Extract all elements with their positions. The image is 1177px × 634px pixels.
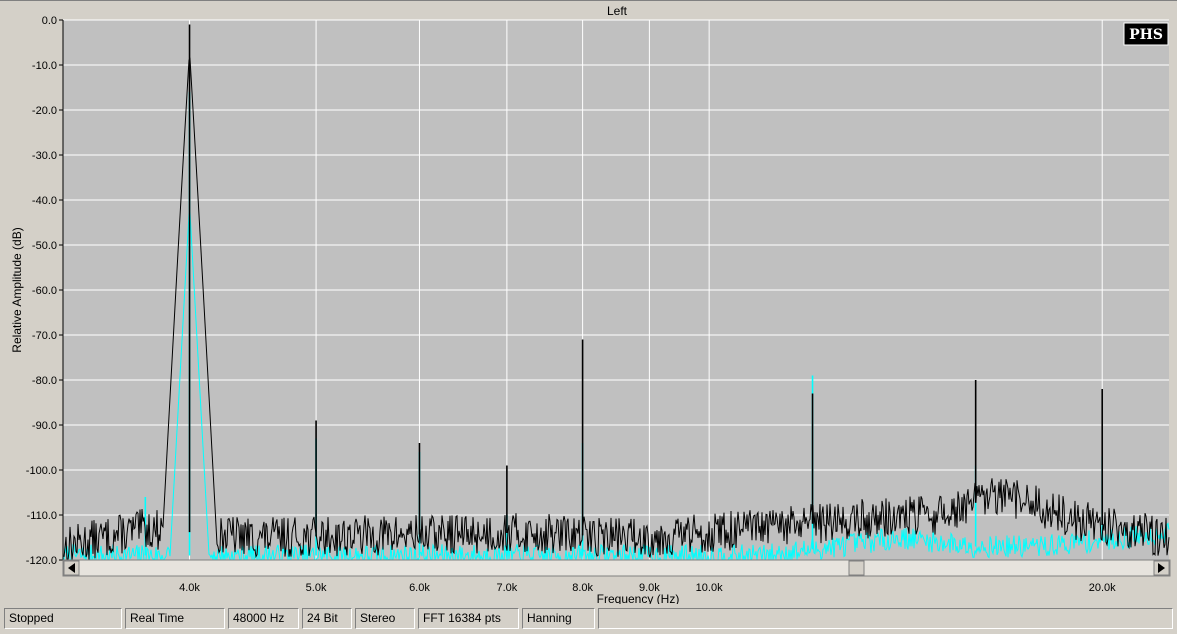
scrollbar-track[interactable] xyxy=(62,559,1171,577)
y-tick-label: -10.0 xyxy=(32,60,57,72)
y-tick-label: -30.0 xyxy=(32,150,57,162)
status-fft-size: FFT 16384 pts xyxy=(418,608,519,629)
y-tick-label: 0.0 xyxy=(42,15,57,27)
status-extra xyxy=(598,608,1173,629)
x-tick-label: 7.0k xyxy=(496,582,517,594)
x-tick-label: 6.0k xyxy=(409,582,430,594)
y-tick-label: -50.0 xyxy=(32,240,57,252)
status-bit-depth: 24 Bit xyxy=(302,608,352,629)
channel-title: Left xyxy=(607,4,628,18)
status-window-function: Hanning xyxy=(522,608,595,629)
status-channels: Stereo xyxy=(355,608,415,629)
y-tick-label: -110.0 xyxy=(27,510,57,522)
status-sample-rate: 48000 Hz xyxy=(228,608,299,629)
y-tick-label: -100.0 xyxy=(26,465,57,477)
status-mode: Real Time xyxy=(125,608,225,629)
horizontal-scrollbar[interactable] xyxy=(62,559,1171,577)
x-tick-label: 10.0k xyxy=(696,582,723,594)
scrollbar-thumb[interactable] xyxy=(848,560,865,576)
y-tick-label: -70.0 xyxy=(32,330,57,342)
y-axis-title: Relative Amplitude (dB) xyxy=(10,227,24,352)
y-tick-label: -20.0 xyxy=(32,105,57,117)
y-tick-label: -40.0 xyxy=(32,195,57,207)
x-tick-label: 5.0k xyxy=(306,582,327,594)
x-tick-label: 4.0k xyxy=(179,582,200,594)
status-bar: Stopped Real Time 48000 Hz 24 Bit Stereo… xyxy=(4,608,1173,629)
x-axis-title: Frequency (Hz) xyxy=(597,592,680,604)
y-axis-ticks: 0.0 -10.0 -20.0 -30.0 -40.0 -50.0 -60.0 -70.0 -8… xyxy=(26,15,63,567)
x-tick-label: 8.0k xyxy=(572,582,593,594)
y-tick-label: -80.0 xyxy=(32,375,57,387)
y-tick-label: -120.0 xyxy=(26,555,57,567)
y-tick-label: -90.0 xyxy=(32,420,57,432)
fft-analyzer-window: Left 0.0 -10.0 -20.0 -30.0 -40.0 -50.0 -60.0 -7… xyxy=(0,0,1177,634)
status-state: Stopped xyxy=(4,608,122,629)
spectrum-chart: Left 0.0 -10.0 -20.0 -30.0 -40.0 -50.0 -60.0 -7… xyxy=(0,0,1177,604)
phs-badge-text: PHS xyxy=(1129,27,1163,43)
y-tick-label: -60.0 xyxy=(32,285,57,297)
x-tick-label: 20.0k xyxy=(1089,582,1116,594)
